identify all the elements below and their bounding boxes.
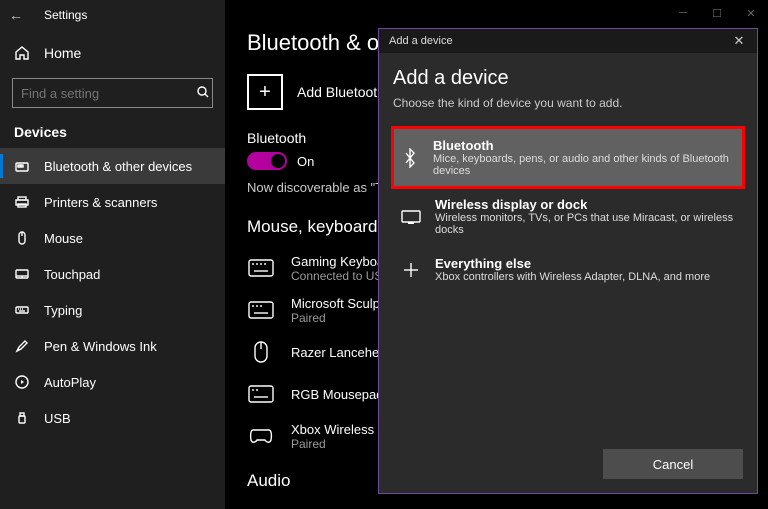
bluetooth-state: On (297, 154, 314, 169)
nav-label: Mouse (44, 231, 83, 246)
display-icon (401, 210, 421, 224)
titlebar: ← Settings (0, 0, 225, 30)
search-icon (197, 86, 209, 101)
nav-label: USB (44, 411, 71, 426)
controller-icon (247, 428, 275, 444)
sidebar-item-touchpad[interactable]: Touchpad (0, 256, 225, 292)
option-desc: Mice, keyboards, pens, or audio and othe… (433, 153, 735, 177)
back-button[interactable]: ← (0, 0, 32, 30)
home-button[interactable]: Home (0, 34, 225, 72)
dialog-subtitle: Choose the kind of device you want to ad… (393, 96, 743, 110)
device-name: RGB Mousepad (291, 387, 384, 402)
option-title: Bluetooth (433, 138, 735, 153)
option-desc: Wireless monitors, TVs, or PCs that use … (435, 212, 735, 236)
dialog-header: Add a device ✕ (379, 29, 757, 53)
keyboard-icon (247, 301, 275, 319)
dialog-close-button[interactable]: ✕ (727, 33, 751, 49)
plus-icon (401, 262, 421, 278)
category-heading: Devices (0, 108, 225, 148)
home-icon (14, 45, 30, 61)
sidebar-item-printers[interactable]: Printers & scanners (0, 184, 225, 220)
sidebar-item-typing[interactable]: Typing (0, 292, 225, 328)
sidebar-item-bluetooth[interactable]: Bluetooth & other devices (0, 148, 225, 184)
home-label: Home (44, 45, 81, 61)
sidebar-item-mouse[interactable]: Mouse (0, 220, 225, 256)
option-title: Everything else (435, 256, 710, 271)
bluetooth-toggle[interactable] (247, 152, 287, 170)
add-device-dialog: Add a device ✕ Add a device Choose the k… (378, 28, 758, 494)
sidebar-item-pen[interactable]: Pen & Windows Ink (0, 328, 225, 364)
nav-label: Typing (44, 303, 82, 318)
printer-icon (14, 195, 30, 209)
nav-label: AutoPlay (44, 375, 96, 390)
sidebar-item-autoplay[interactable]: AutoPlay (0, 364, 225, 400)
dialog-header-title: Add a device (389, 35, 453, 47)
search-box[interactable] (12, 78, 213, 108)
nav-label: Touchpad (44, 267, 100, 282)
typing-icon (14, 303, 30, 317)
search-input[interactable] (21, 86, 197, 101)
window-controls: ─ ☐ ✕ (666, 0, 768, 26)
pen-icon (14, 339, 30, 353)
plus-icon: + (247, 74, 283, 110)
minimize-button[interactable]: ─ (666, 0, 700, 26)
nav-label: Bluetooth & other devices (44, 159, 192, 174)
sidebar-item-usb[interactable]: USB (0, 400, 225, 436)
settings-sidebar: ← Settings Home Devices Bluetooth & othe… (0, 0, 225, 509)
autoplay-icon (14, 375, 30, 389)
nav-label: Pen & Windows Ink (44, 339, 157, 354)
bluetooth-icon (401, 148, 419, 168)
app-title: Settings (44, 8, 87, 22)
nav-list: Bluetooth & other devices Printers & sca… (0, 148, 225, 436)
touchpad-icon (14, 267, 30, 281)
nav-label: Printers & scanners (44, 195, 157, 210)
option-desc: Xbox controllers with Wireless Adapter, … (435, 271, 710, 283)
close-window-button[interactable]: ✕ (734, 0, 768, 26)
option-wireless-display[interactable]: Wireless display or dock Wireless monito… (393, 187, 743, 246)
cancel-button[interactable]: Cancel (603, 449, 743, 479)
bluetooth-nav-icon (14, 159, 30, 173)
mouse-device-icon (247, 341, 275, 363)
keyboard-icon (247, 385, 275, 403)
mouse-icon (14, 231, 30, 245)
maximize-button[interactable]: ☐ (700, 0, 734, 26)
option-title: Wireless display or dock (435, 197, 735, 212)
dialog-title: Add a device (393, 67, 743, 90)
keyboard-icon (247, 259, 275, 277)
option-bluetooth[interactable]: Bluetooth Mice, keyboards, pens, or audi… (393, 128, 743, 187)
usb-icon (14, 411, 30, 425)
option-everything-else[interactable]: Everything else Xbox controllers with Wi… (393, 246, 743, 293)
